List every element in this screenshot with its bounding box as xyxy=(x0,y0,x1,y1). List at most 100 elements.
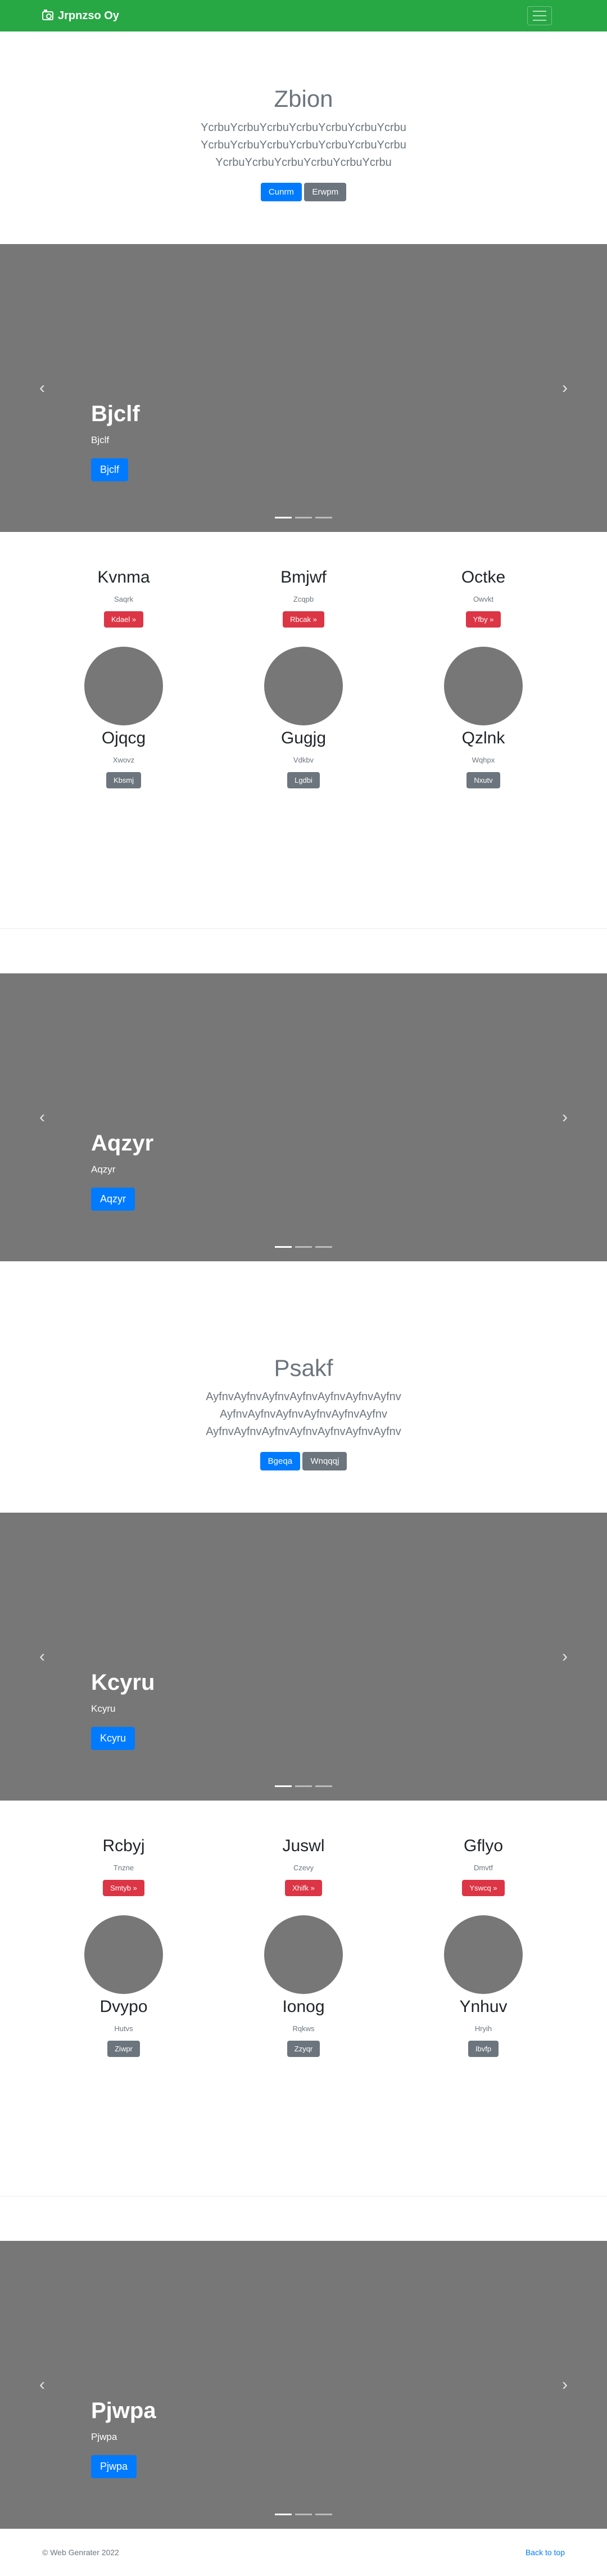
feature-item: Rcbyj Tnzne Smtyb » xyxy=(67,1837,180,1896)
carousel-prev-icon[interactable]: ‹ xyxy=(39,378,45,398)
feature-button[interactable]: Kbsmj xyxy=(106,772,142,788)
feature-subtitle: Rqkws xyxy=(292,2024,315,2033)
carousel-next-icon[interactable]: › xyxy=(562,1647,568,1666)
feature-subtitle: Xwovz xyxy=(112,756,135,764)
feature-subtitle: Tnzne xyxy=(113,1864,134,1872)
feature-item: Gflyo Dmvtf Yswcq » xyxy=(427,1837,540,1896)
feature-button[interactable]: Ziwpr xyxy=(107,2041,140,2057)
feature-button[interactable]: Smtyb » xyxy=(103,1880,144,1896)
feature-subtitle: Hutvs xyxy=(114,2024,133,2033)
carousel-indicator[interactable] xyxy=(315,1785,332,1787)
feature-button[interactable]: Rbcak » xyxy=(283,611,324,628)
feature-button[interactable]: Ibvfp xyxy=(468,2041,499,2057)
back-to-top-link[interactable]: Back to top xyxy=(526,2548,565,2557)
hero-text: YcrbuYcrbuYcrbuYcrbuYcrbuYcrbuYcrbu Ycrb… xyxy=(201,121,406,169)
carousel: ‹ › Kcyru Kcyru Kcyru xyxy=(0,1513,607,1801)
carousel-text: Kcyru xyxy=(91,1703,116,1714)
hero-title: Psakf xyxy=(274,1355,333,1381)
carousel-prev-icon[interactable]: ‹ xyxy=(39,2375,45,2394)
hero-secondary-button[interactable]: Erwpm xyxy=(304,183,347,201)
carousel-indicator[interactable] xyxy=(295,1785,312,1787)
carousel-indicator[interactable] xyxy=(295,1246,312,1248)
feature-item: Ionog Rqkws Zzyqr xyxy=(247,1915,360,2057)
menu-toggle-button[interactable] xyxy=(527,6,552,25)
hero-primary-button[interactable]: Cunrm xyxy=(260,183,302,201)
feature-title: Juswl xyxy=(282,1837,325,1855)
divider xyxy=(0,928,607,973)
hero-text: AyfnvAyfnvAyfnvAyfnvAyfnvAyfnvAyfnv Ayfn… xyxy=(206,1391,401,1438)
feature-button[interactable]: Yswcq » xyxy=(462,1880,505,1896)
carousel-indicator[interactable] xyxy=(275,1785,292,1787)
carousel: ‹ › Aqzyr Aqzyr Aqzyr xyxy=(0,973,607,1261)
carousel-title: Pjwpa xyxy=(91,2398,156,2423)
feature-button[interactable]: Kdael » xyxy=(103,611,144,628)
feature-item: Juswl Czevy Xhifk » xyxy=(247,1837,360,1896)
hero-section: Psakf AyfnvAyfnvAyfnvAyfnvAyfnvAyfnvAyfn… xyxy=(0,1261,607,1513)
feature-subtitle: Czevy xyxy=(293,1864,314,1872)
carousel-next-icon[interactable]: › xyxy=(562,378,568,398)
feature-button[interactable]: Xhifk » xyxy=(285,1880,322,1896)
carousel-button[interactable]: Bjclf xyxy=(91,458,129,481)
carousel-indicator[interactable] xyxy=(275,2514,292,2515)
carousel: ‹ › Bjclf Bjclf Bjclf xyxy=(0,244,607,532)
feature-title: Ionog xyxy=(282,1997,325,2016)
feature-title: Rcbyj xyxy=(102,1837,145,1855)
feature-subtitle: Wqhpx xyxy=(472,756,495,764)
brand-link[interactable]: Jrpnzso Oy xyxy=(42,10,119,22)
placeholder-image xyxy=(84,647,163,725)
carousel-text: Bjclf xyxy=(91,435,110,445)
feature-title: Ynhuv xyxy=(459,1997,508,2016)
feature-button[interactable]: Yfby » xyxy=(465,611,501,628)
feature-item: Ynhuv Hryih Ibvfp xyxy=(427,1915,540,2057)
carousel-indicator[interactable] xyxy=(315,517,332,518)
carousel-title: Bjclf xyxy=(91,401,140,426)
hero-secondary-button[interactable]: Wnqqqj xyxy=(302,1452,347,1470)
carousel-indicator[interactable] xyxy=(295,517,312,518)
carousel-button[interactable]: Aqzyr xyxy=(91,1188,135,1211)
carousel-next-icon[interactable]: › xyxy=(562,1108,568,1127)
feature-item: Qzlnk Wqhpx Nxutv xyxy=(427,647,540,788)
carousel-next-icon[interactable]: › xyxy=(562,2375,568,2394)
feature-subtitle: Saqrk xyxy=(114,595,133,603)
feature-title: Octke xyxy=(461,568,506,587)
carousel-indicators xyxy=(275,1785,332,1787)
hero-primary-button[interactable]: Bgeqa xyxy=(260,1452,301,1470)
carousel-title: Aqzyr xyxy=(91,1131,154,1156)
carousel-prev-icon[interactable]: ‹ xyxy=(39,1647,45,1666)
feature-item: Kvnma Saqrk Kdael » xyxy=(67,568,180,628)
carousel-indicator[interactable] xyxy=(315,1246,332,1248)
carousel-indicator[interactable] xyxy=(275,1246,292,1248)
feature-item: Octke Owvkt Yfby » xyxy=(427,568,540,628)
hamburger-icon xyxy=(533,11,546,12)
feature-button[interactable]: Lgdbi xyxy=(287,772,320,788)
placeholder-image xyxy=(264,647,343,725)
placeholder-image xyxy=(444,647,523,725)
carousel-indicator[interactable] xyxy=(295,2514,312,2515)
feature-button[interactable]: Zzyqr xyxy=(287,2041,320,2057)
placeholder-image xyxy=(84,1915,163,1994)
carousel-caption: Aqzyr Aqzyr Aqzyr xyxy=(91,1131,153,1211)
carousel-text: Aqzyr xyxy=(91,1164,116,1175)
feature-button[interactable]: Nxutv xyxy=(466,772,500,788)
carousel-indicator[interactable] xyxy=(275,517,292,518)
hero-section: Zbion YcrbuYcrbuYcrbuYcrbuYcrbuYcrbuYcrb… xyxy=(0,31,607,244)
feature-item: Ojqcg Xwovz Kbsmj xyxy=(67,647,180,788)
carousel-button[interactable]: Kcyru xyxy=(91,1727,135,1750)
feature-subtitle: Dmvtf xyxy=(474,1864,493,1872)
carousel: ‹ › Pjwpa Pjwpa Pjwpa xyxy=(0,2241,607,2529)
carousel-indicators xyxy=(275,2514,332,2515)
carousel-button[interactable]: Pjwpa xyxy=(91,2455,137,2478)
divider xyxy=(0,2196,607,2241)
carousel-caption: Pjwpa Pjwpa Pjwpa xyxy=(91,2398,156,2478)
copyright-text: © Web Genrater 2022 xyxy=(42,2548,119,2557)
feature-item: Bmjwf Zcqpb Rbcak » xyxy=(247,568,360,628)
carousel-caption: Bjclf Bjclf Bjclf xyxy=(91,401,140,481)
carousel-prev-icon[interactable]: ‹ xyxy=(39,1108,45,1127)
carousel-indicators xyxy=(275,1246,332,1248)
feature-subtitle: Hryih xyxy=(474,2024,492,2033)
feature-item: Gugjg Vdkbv Lgdbi xyxy=(247,647,360,788)
feature-title: Dvypo xyxy=(99,1997,148,2016)
feature-title: Bmjwf xyxy=(280,568,327,587)
feature-subtitle: Zcqpb xyxy=(293,595,314,603)
carousel-indicator[interactable] xyxy=(315,2514,332,2515)
